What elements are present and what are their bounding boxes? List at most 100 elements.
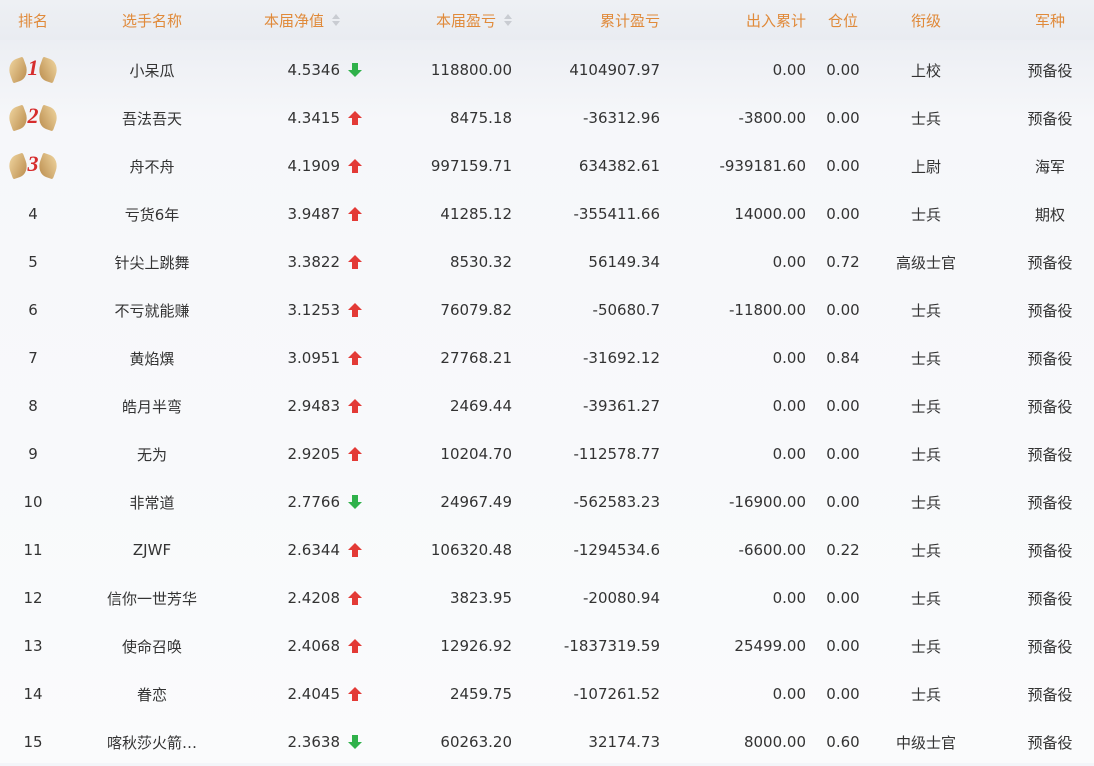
player-name[interactable]: 使命召唤 bbox=[66, 622, 238, 670]
rank-cell: 12 bbox=[23, 589, 43, 607]
position-value: 0.00 bbox=[826, 301, 860, 319]
army-value: 预备役 bbox=[1027, 445, 1073, 464]
arrow-up-icon bbox=[348, 111, 362, 125]
table-row[interactable]: 9 无为 2.9205 10204.70 -112578.77 0.00 0.0… bbox=[0, 430, 1094, 478]
nav-value: 3.0951 bbox=[287, 349, 341, 367]
ranking-table: 排名 选手名称 本届净值 本届盈亏 累计盈亏 出入累计 仓位 衔级 军种 1 小… bbox=[0, 0, 1094, 763]
sort-icon[interactable] bbox=[332, 14, 340, 26]
arrow-down-icon bbox=[348, 495, 362, 509]
player-name[interactable]: 亏货6年 bbox=[66, 190, 238, 238]
trend-cell bbox=[346, 718, 364, 766]
position-value: 0.00 bbox=[826, 637, 860, 655]
army-value: 预备役 bbox=[1027, 589, 1073, 608]
profit-value: 2459.75 bbox=[449, 685, 512, 703]
position-value: 0.00 bbox=[826, 157, 860, 175]
table-row[interactable]: 8 皓月半弯 2.9483 2469.44 -39361.27 0.00 0.0… bbox=[0, 382, 1094, 430]
table-row[interactable]: 2 吾法吾天 4.3415 8475.18 -36312.96 -3800.00… bbox=[0, 94, 1094, 142]
trend-cell bbox=[346, 94, 364, 142]
arrow-down-icon bbox=[348, 63, 362, 77]
nav-value: 2.9205 bbox=[287, 445, 341, 463]
player-name[interactable]: ZJWF bbox=[66, 526, 238, 574]
rank-cell: 1 bbox=[0, 46, 66, 94]
player-name[interactable]: 黄焰熼 bbox=[66, 334, 238, 382]
player-name[interactable]: 眷恋 bbox=[66, 670, 238, 718]
inout-value: -11800.00 bbox=[729, 301, 806, 319]
player-name[interactable]: 吾法吾天 bbox=[66, 94, 238, 142]
title-value: 士兵 bbox=[910, 493, 941, 512]
nav-value: 2.4068 bbox=[287, 637, 341, 655]
arrow-down-icon bbox=[348, 735, 362, 749]
title-value: 中级士官 bbox=[895, 733, 956, 752]
table-row[interactable]: 11 ZJWF 2.6344 106320.48 -1294534.6 -660… bbox=[0, 526, 1094, 574]
profit-value: 24967.49 bbox=[440, 493, 512, 511]
trend-cell bbox=[346, 574, 364, 622]
army-value: 预备役 bbox=[1027, 637, 1073, 656]
player-name[interactable]: 喀秋莎火箭… bbox=[66, 718, 238, 766]
profit-value: 118800.00 bbox=[430, 61, 512, 79]
profit-value: 27768.21 bbox=[440, 349, 512, 367]
player-name[interactable]: 不亏就能赚 bbox=[66, 286, 238, 334]
player-name[interactable]: 信你一世芳华 bbox=[66, 574, 238, 622]
nav-value: 3.3822 bbox=[287, 253, 341, 271]
cumulative-value: -50680.7 bbox=[592, 301, 660, 319]
arrow-up-icon bbox=[348, 351, 362, 365]
player-name[interactable]: 无为 bbox=[66, 430, 238, 478]
table-row[interactable]: 15 喀秋莎火箭… 2.3638 60263.20 32174.73 8000.… bbox=[0, 718, 1094, 766]
header-profit[interactable]: 本届盈亏 bbox=[364, 0, 512, 40]
position-value: 0.22 bbox=[826, 541, 860, 559]
arrow-up-icon bbox=[348, 399, 362, 413]
rank-cell: 6 bbox=[28, 301, 38, 319]
nav-value: 4.1909 bbox=[287, 157, 341, 175]
nav-value: 4.5346 bbox=[287, 61, 341, 79]
table-row[interactable]: 1 小呆瓜 4.5346 118800.00 4104907.97 0.00 0… bbox=[0, 46, 1094, 94]
table-row[interactable]: 10 非常道 2.7766 24967.49 -562583.23 -16900… bbox=[0, 478, 1094, 526]
army-value: 预备役 bbox=[1027, 541, 1073, 560]
rank-cell: 14 bbox=[23, 685, 43, 703]
medal-rank-number: 3 bbox=[27, 151, 39, 176]
title-value: 士兵 bbox=[910, 589, 941, 608]
cumulative-value: 634382.61 bbox=[578, 157, 660, 175]
position-value: 0.00 bbox=[826, 109, 860, 127]
profit-value: 8475.18 bbox=[449, 109, 512, 127]
arrow-up-icon bbox=[348, 303, 362, 317]
player-name[interactable]: 非常道 bbox=[66, 478, 238, 526]
table-row[interactable]: 14 眷恋 2.4045 2459.75 -107261.52 0.00 0.0… bbox=[0, 670, 1094, 718]
player-name[interactable]: 舟不舟 bbox=[66, 142, 238, 190]
table-row[interactable]: 3 舟不舟 4.1909 997159.71 634382.61 -939181… bbox=[0, 142, 1094, 190]
arrow-up-icon bbox=[348, 543, 362, 557]
inout-value: -16900.00 bbox=[729, 493, 806, 511]
table-row[interactable]: 12 信你一世芳华 2.4208 3823.95 -20080.94 0.00 … bbox=[0, 574, 1094, 622]
table-row[interactable]: 4 亏货6年 3.9487 41285.12 -355411.66 14000.… bbox=[0, 190, 1094, 238]
title-value: 士兵 bbox=[910, 445, 941, 464]
position-value: 0.00 bbox=[826, 397, 860, 415]
header-nav[interactable]: 本届净值 bbox=[238, 0, 340, 40]
header-name: 选手名称 bbox=[121, 11, 182, 30]
inout-value: 0.00 bbox=[772, 589, 806, 607]
army-value: 预备役 bbox=[1027, 349, 1073, 368]
player-name[interactable]: 针尖上跳舞 bbox=[66, 238, 238, 286]
cumulative-value: 56149.34 bbox=[588, 253, 660, 271]
army-value: 预备役 bbox=[1027, 61, 1073, 80]
table-row[interactable]: 7 黄焰熼 3.0951 27768.21 -31692.12 0.00 0.8… bbox=[0, 334, 1094, 382]
profit-value: 106320.48 bbox=[430, 541, 512, 559]
army-value: 海军 bbox=[1034, 157, 1065, 176]
table-row[interactable]: 6 不亏就能赚 3.1253 76079.82 -50680.7 -11800.… bbox=[0, 286, 1094, 334]
rank-cell: 10 bbox=[23, 493, 43, 511]
table-row[interactable]: 5 针尖上跳舞 3.3822 8530.32 56149.34 0.00 0.7… bbox=[0, 238, 1094, 286]
nav-value: 4.3415 bbox=[287, 109, 341, 127]
title-value: 士兵 bbox=[910, 541, 941, 560]
player-name[interactable]: 皓月半弯 bbox=[66, 382, 238, 430]
sort-icon[interactable] bbox=[504, 14, 512, 26]
position-value: 0.72 bbox=[826, 253, 860, 271]
inout-value: -6600.00 bbox=[738, 541, 806, 559]
army-value: 预备役 bbox=[1027, 253, 1073, 272]
header-nav-label: 本届净值 bbox=[263, 11, 324, 30]
position-value: 0.00 bbox=[826, 493, 860, 511]
rank-cell: 8 bbox=[28, 397, 38, 415]
table-row[interactable]: 13 使命召唤 2.4068 12926.92 -1837319.59 2549… bbox=[0, 622, 1094, 670]
arrow-up-icon bbox=[348, 591, 362, 605]
cumulative-value: -1837319.59 bbox=[563, 637, 660, 655]
inout-value: 0.00 bbox=[772, 253, 806, 271]
rank-cell: 3 bbox=[0, 142, 66, 190]
player-name[interactable]: 小呆瓜 bbox=[66, 46, 238, 94]
